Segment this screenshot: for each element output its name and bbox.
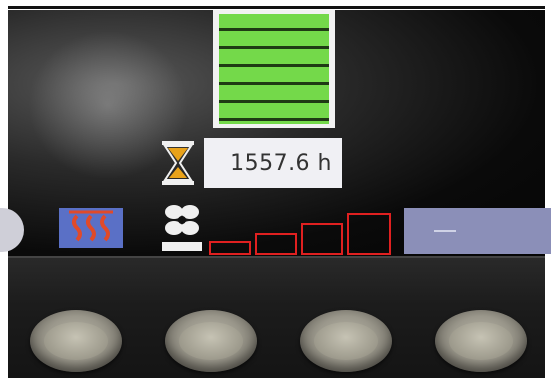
softkey-1[interactable] xyxy=(30,310,122,372)
softkey-4-face xyxy=(449,322,513,360)
device-frame: 1557.6 h xyxy=(0,0,553,381)
softkey-1-face xyxy=(44,322,108,360)
right-button-dash xyxy=(434,230,456,232)
fuel-gauge-segment-line xyxy=(219,100,329,103)
fuel-gauge-segment-line xyxy=(219,82,329,85)
fan-icon xyxy=(160,202,204,254)
softkey-4[interactable] xyxy=(435,310,527,372)
heater-waves-icon xyxy=(69,210,113,242)
fuel-gauge-segment-line xyxy=(219,118,329,121)
fan-speed-level-4[interactable] xyxy=(347,213,391,255)
right-function-button[interactable] xyxy=(404,208,551,254)
fuel-gauge-segment-line xyxy=(219,46,329,49)
softkey-2[interactable] xyxy=(165,310,257,372)
softkey-3-face xyxy=(314,322,378,360)
fan-speed-level-3[interactable] xyxy=(301,223,343,255)
hour-meter-display: 1557.6 h xyxy=(204,138,342,188)
hourglass-icon xyxy=(160,140,196,186)
fuel-gauge-segment-line xyxy=(219,28,329,31)
softkey-3[interactable] xyxy=(300,310,392,372)
fan-speed-level-1[interactable] xyxy=(209,241,251,255)
hour-meter-value: 1557.6 h xyxy=(230,150,332,176)
panel-seam xyxy=(8,256,545,258)
top-border xyxy=(8,6,545,9)
heater-button[interactable] xyxy=(59,208,123,248)
fuel-gauge xyxy=(213,10,335,128)
fuel-gauge-segment-line xyxy=(219,64,329,67)
fuel-gauge-fill xyxy=(219,14,329,124)
fan-speed-level-2[interactable] xyxy=(255,233,297,255)
softkey-2-face xyxy=(179,322,243,360)
fan-speed-indicator[interactable] xyxy=(205,205,395,255)
